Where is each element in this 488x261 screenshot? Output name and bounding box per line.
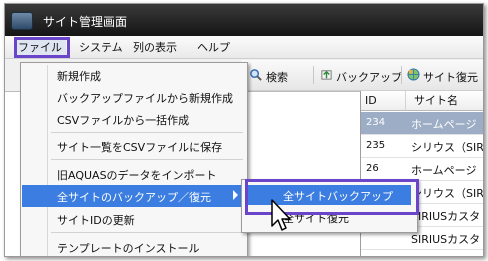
restore-button[interactable]: サイト復元	[423, 69, 478, 85]
menu-item-new[interactable]: 新規作成	[22, 64, 246, 86]
menu-item-label: 旧AQUASのデータをインポート	[57, 169, 217, 182]
cell-site-name: ホームページ	[411, 118, 477, 131]
menu-separator	[51, 159, 243, 160]
menu-system[interactable]: システム	[79, 39, 123, 55]
menu-item-new-from-backup[interactable]: バックアップファイルから新規作成	[22, 86, 246, 108]
toolbar-separator	[401, 66, 402, 84]
menu-help[interactable]: ヘルプ	[197, 39, 230, 55]
toolbar: 検索 バックアップ サイト復元	[241, 60, 483, 91]
cell-site-name: SIRIUSカスタ	[411, 210, 481, 223]
window-title: サイト管理画面	[43, 15, 128, 29]
backup-button[interactable]: バックアップ	[336, 69, 402, 85]
cell-site-name: ホームページ	[411, 164, 477, 177]
file-menu-highlight	[14, 37, 70, 58]
menu-bar: ファイル システム 列の表示 ヘルプ	[5, 36, 483, 59]
menu-item-bulk-create-csv[interactable]: CSVファイルから一括作成	[22, 108, 246, 130]
toolbar-separator	[313, 66, 314, 84]
submenu-arrow-icon	[233, 190, 238, 200]
menu-separator	[51, 132, 243, 133]
menu-item-save-site-list-csv[interactable]: サイト一覧をCSVファイルに保存	[22, 135, 246, 157]
search-button[interactable]: 検索	[266, 69, 288, 85]
app-logo-icon	[11, 12, 33, 30]
menu-item-label: サイト一覧をCSVファイルに保存	[57, 141, 223, 154]
cell-id: 235	[366, 140, 386, 151]
menu-columns[interactable]: 列の表示	[133, 39, 177, 55]
title-bar[interactable]: サイト管理画面	[5, 4, 483, 36]
column-header-site-name[interactable]: サイト名	[406, 91, 483, 111]
cell-site-name: SIRIUSカスタ	[411, 233, 481, 246]
cell-id: 234	[366, 117, 386, 128]
table-row[interactable]: 26 ホームページ	[361, 158, 483, 181]
cell-id: 26	[366, 163, 379, 174]
menu-item-import-old-aquas[interactable]: 旧AQUASのデータをインポート	[22, 163, 246, 185]
menu-item-update-site-id[interactable]: サイトIDの更新	[22, 208, 246, 230]
menu-item-label: CSVファイルから一括作成	[57, 114, 190, 127]
backup-icon	[321, 70, 332, 80]
table-row[interactable]: 234 ホームページ	[361, 112, 483, 135]
cell-site-name: シリウス（SIR	[411, 187, 484, 200]
table-row[interactable]: 235 シリウス（SIR	[361, 135, 484, 158]
menu-item-backup-restore-all[interactable]: 全サイトのバックアップ／復元	[22, 185, 246, 207]
menu-item-label: サイトIDの更新	[57, 214, 135, 227]
globe-icon	[407, 68, 420, 81]
mouse-cursor-icon	[271, 199, 291, 231]
app-window: サイト管理画面 ファイル システム 列の表示 ヘルプ 検索 バックアップ サイト…	[4, 3, 484, 257]
menu-item-install-template[interactable]: テンプレートのインストール	[22, 236, 246, 256]
file-menu-dropdown: 新規作成 バックアップファイルから新規作成 CSVファイルから一括作成 サイト一…	[20, 62, 248, 256]
menu-item-label: 新規作成	[57, 70, 101, 83]
menu-item-label: 全サイトのバックアップ／復元	[57, 191, 211, 204]
menu-separator	[51, 232, 243, 233]
menu-item-label: バックアップファイルから新規作成	[57, 92, 233, 105]
search-icon	[250, 69, 262, 81]
column-header-id[interactable]: ID	[361, 91, 406, 111]
cell-site-name: シリウス（SIR	[411, 141, 484, 154]
menu-item-label: テンプレートのインストール	[57, 242, 200, 255]
